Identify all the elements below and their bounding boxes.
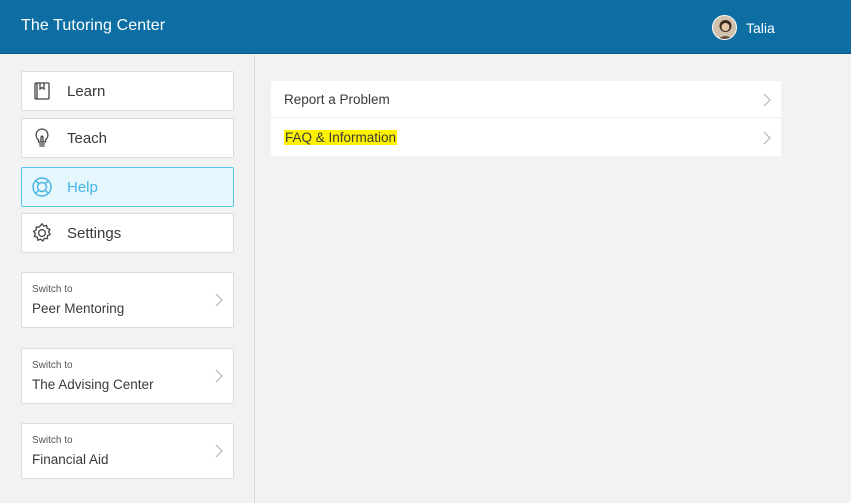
app-title: The Tutoring Center	[21, 17, 166, 34]
chevron-right-icon	[215, 369, 223, 383]
chevron-right-icon	[215, 444, 223, 458]
user-menu[interactable]: Talia	[712, 15, 775, 40]
sidebar-item-teach[interactable]: Teach	[21, 118, 234, 158]
switch-card-name: Peer Mentoring	[32, 301, 125, 316]
chevron-right-icon	[763, 93, 771, 107]
switch-card-name: Financial Aid	[32, 452, 109, 467]
switch-card-name: The Advising Center	[32, 377, 154, 392]
help-item-faq[interactable]: FAQ & Information	[271, 119, 781, 156]
help-item-label: Report a Problem	[284, 92, 390, 107]
switch-card-prefix: Switch to	[32, 284, 73, 295]
book-icon	[31, 80, 53, 102]
switch-card-advising-center[interactable]: Switch to The Advising Center	[21, 348, 234, 404]
switch-card-prefix: Switch to	[32, 360, 73, 371]
help-menu: Report a Problem FAQ & Information	[271, 81, 781, 156]
switch-card-financial-aid[interactable]: Switch to Financial Aid	[21, 423, 234, 479]
switch-card-peer-mentoring[interactable]: Switch to Peer Mentoring	[21, 272, 234, 328]
sidebar-item-label: Teach	[67, 129, 108, 147]
sidebar: Learn Teach Help Settings Switch to Peer…	[0, 55, 255, 503]
avatar[interactable]	[712, 15, 737, 40]
help-item-report-problem[interactable]: Report a Problem	[271, 81, 781, 118]
lifebuoy-icon	[31, 176, 53, 198]
gear-icon	[31, 222, 53, 244]
sidebar-item-label: Learn	[67, 82, 106, 100]
sidebar-item-settings[interactable]: Settings	[21, 213, 234, 253]
sidebar-item-learn[interactable]: Learn	[21, 71, 234, 111]
lightbulb-icon	[31, 127, 53, 149]
chevron-right-icon	[215, 293, 223, 307]
sidebar-item-help[interactable]: Help	[21, 167, 234, 207]
user-name[interactable]: Talia	[746, 20, 775, 36]
chevron-right-icon	[763, 131, 771, 145]
help-item-label: FAQ & Information	[284, 130, 398, 145]
switch-card-prefix: Switch to	[32, 435, 73, 446]
sidebar-item-label: Settings	[67, 224, 122, 242]
top-bar: The Tutoring Center Talia	[0, 0, 851, 54]
sidebar-item-label: Help	[67, 178, 98, 196]
